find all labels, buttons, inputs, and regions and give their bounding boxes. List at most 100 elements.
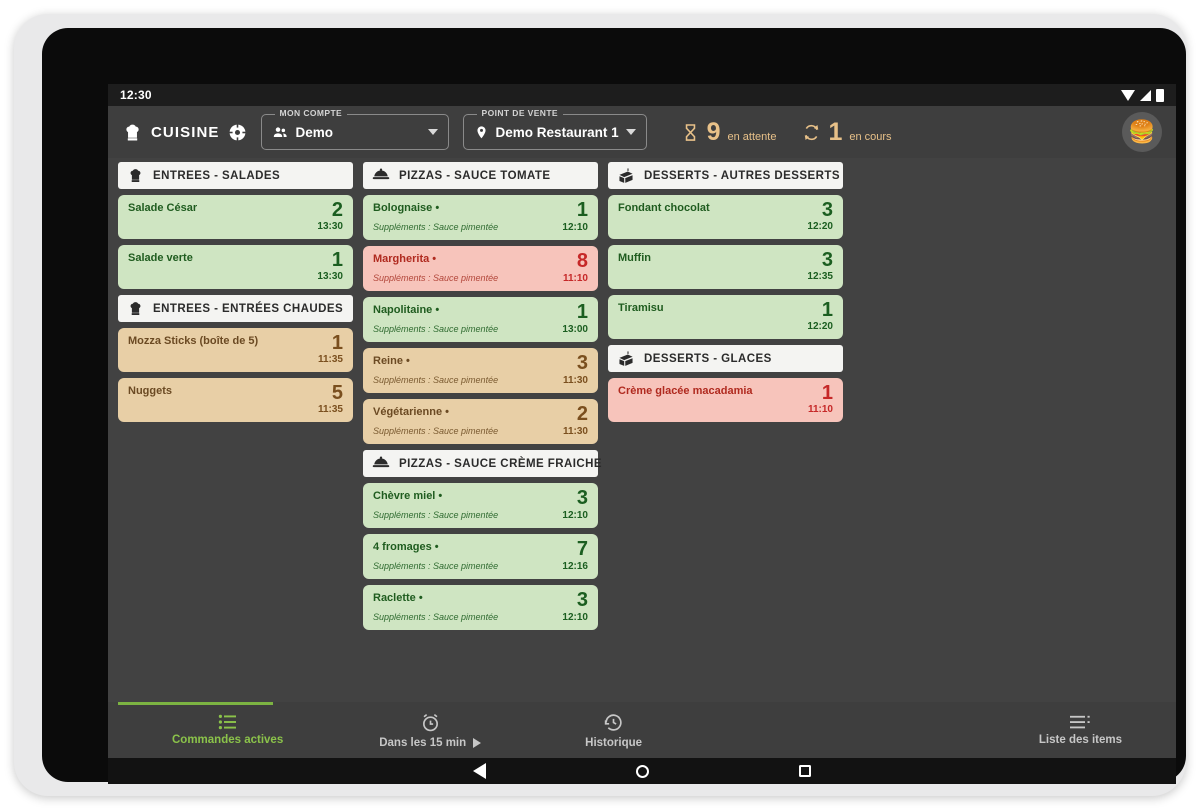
order-card[interactable]: 4 fromages • 7 Suppléments : Sauce pimenté… (363, 534, 598, 579)
order-item-name: Napolitaine • (373, 304, 440, 316)
account-select-label: MON COMPTE (274, 108, 348, 118)
board-column: DESSERTS - AUTRES DESSERTS Fondant chocol… (608, 162, 843, 422)
refresh-cycle-icon (805, 124, 819, 140)
section-title: PIZZAS - SAUCE CRÈME FRAICHE (399, 457, 602, 470)
order-card[interactable]: Raclette • 3 Suppléments : Sauce pimentée 1… (363, 585, 598, 630)
order-card[interactable]: Nuggets 5 11:35 (118, 378, 353, 422)
order-counters: 9 en attente 1 en cours (681, 119, 892, 145)
order-item-time: 11:30 (562, 375, 588, 386)
nav-historique-label: Historique (585, 736, 643, 749)
order-item-supplements: Suppléments : Sauce pimentée (373, 612, 499, 622)
order-card[interactable]: Margherita • 8 Suppléments : Sauce pimenté… (363, 246, 598, 291)
order-card-row: Napolitaine • 1 (373, 302, 588, 322)
nav-commandes-actives[interactable]: Commandes actives (154, 714, 301, 746)
order-item-supplements: Suppléments : Sauce pimentée (373, 426, 499, 436)
order-card-row: Chèvre miel • 3 (373, 488, 588, 508)
nav-dans-les-15-min[interactable]: Dans les 15 min (361, 712, 499, 749)
order-card[interactable]: Bolognaise • 1 Suppléments : Sauce pimenté… (363, 195, 598, 240)
order-card[interactable]: Muffin 3 12:35 (608, 245, 843, 289)
section-header: ENTREES - SALADES (118, 162, 353, 189)
order-item-quantity: 8 (576, 250, 588, 272)
order-card-row: Salade verte 1 (128, 250, 343, 270)
people-icon (273, 126, 287, 137)
order-item-name: Mozza Sticks (boîte de 5) (128, 335, 259, 347)
recents-square-icon[interactable] (799, 765, 811, 777)
nav-liste-des-items[interactable]: Liste des items (1021, 715, 1140, 746)
point-of-sale-label: POINT DE VENTE (476, 108, 563, 118)
order-item-time: 11:35 (317, 404, 343, 415)
order-card[interactable]: Crème glacée macadamia 1 11:10 (608, 378, 843, 422)
bottom-nav: Commandes actives Dans les 15 min Histor… (108, 702, 1176, 758)
order-item-quantity: 7 (576, 538, 588, 560)
order-item-name: 4 fromages • (373, 541, 439, 553)
order-item-name: Salade verte (128, 252, 193, 264)
order-card[interactable]: Chèvre miel • 3 Suppléments : Sauce piment… (363, 483, 598, 528)
avatar[interactable]: 🍔 (1122, 112, 1162, 152)
order-item-supplements: Suppléments : Sauce pimentée (373, 222, 499, 232)
order-card-row: Margherita • 8 (373, 250, 588, 272)
order-item-time: 12:10 (562, 510, 588, 521)
order-item-quantity: 3 (576, 352, 588, 374)
order-card-row: Crème glacée macadamia 1 (618, 383, 833, 403)
play-triangle-icon[interactable] (473, 737, 482, 748)
order-card-row: Tiramisu 1 (618, 300, 833, 320)
point-of-sale-select[interactable]: POINT DE VENTE Demo Restaurant 1 (462, 108, 647, 150)
order-item-time: 12:16 (562, 561, 588, 572)
order-card[interactable]: Mozza Sticks (boîte de 5) 1 11:35 (118, 328, 353, 372)
order-card[interactable]: Reine • 3 Suppléments : Sauce pimentée 11:3… (363, 348, 598, 393)
order-item-quantity: 3 (576, 589, 588, 611)
section-header: DESSERTS - AUTRES DESSERTS (608, 162, 843, 189)
order-card[interactable]: Végétarienne • 2 Suppléments : Sauce pimen… (363, 399, 598, 444)
board-column: PIZZAS - SAUCE TOMATE Bolognaise • 1 Supplé… (363, 162, 602, 630)
device-screen: 12:30 CUISINE MON COMPTE Demo POINT DE V… (108, 84, 1176, 784)
list-bullets-icon (218, 714, 236, 730)
nav-liste-des-items-label: Liste des items (1038, 733, 1122, 746)
account-select-value: Demo (295, 124, 334, 140)
order-item-name: Tiramisu (618, 302, 664, 314)
order-card[interactable]: Salade verte 1 13:30 (118, 245, 353, 289)
order-card[interactable]: Napolitaine • 1 Suppléments : Sauce piment… (363, 297, 598, 342)
list-lines-icon (1070, 715, 1091, 728)
home-circle-icon[interactable] (636, 764, 649, 778)
order-item-time: 11:10 (562, 273, 588, 284)
order-card[interactable]: Salade César 2 13:30 (118, 195, 353, 239)
counter-in-progress: 1 en cours (802, 119, 892, 145)
order-item-time: 13:00 (562, 324, 588, 335)
cake-slice-icon (617, 350, 635, 367)
tablet-frame: 12:30 CUISINE MON COMPTE Demo POINT DE V… (14, 14, 1186, 796)
order-item-name: Crème glacée macadamia (618, 385, 753, 397)
order-item-name: Nuggets (128, 385, 172, 397)
signal-icon (1140, 89, 1151, 101)
avatar-emoji: 🍔 (1128, 119, 1156, 144)
order-item-supplements: Suppléments : Sauce pimentée (373, 273, 499, 283)
section-title: DESSERTS - AUTRES DESSERTS (644, 169, 840, 182)
order-item-time: 12:20 (807, 221, 833, 232)
order-card-row: Reine • 3 (373, 352, 588, 374)
nav-dans-les-15-min-row: Dans les 15 min (379, 737, 482, 749)
order-card-row: 4 fromages • 7 (373, 538, 588, 560)
cake-slice-icon (617, 167, 635, 184)
section-header: ENTREES - ENTRÉES CHAUDES (118, 295, 353, 322)
order-item-supplements: Suppléments : Sauce pimentée (373, 561, 499, 571)
order-item-name: Bolognaise • (373, 202, 440, 214)
system-icons (1121, 88, 1164, 102)
order-item-time: 12:10 (562, 222, 588, 233)
order-card-row: Raclette • 3 (373, 589, 588, 611)
order-item-name: Fondant chocolat (618, 202, 710, 214)
order-card-row: Muffin 3 (618, 250, 833, 270)
android-status-bar: 12:30 (108, 84, 1176, 106)
order-item-supplements: Suppléments : Sauce pimentée (373, 324, 499, 334)
order-item-name: Salade César (128, 202, 198, 214)
battery-icon (1156, 88, 1164, 102)
counter-in-progress-caption: en cours (849, 130, 892, 143)
order-card-row: Végétarienne • 2 (373, 404, 588, 424)
connection-target-icon[interactable] (228, 123, 247, 142)
order-card[interactable]: Fondant chocolat 3 12:20 (608, 195, 843, 239)
order-item-name: Chèvre miel • (373, 490, 443, 502)
account-select[interactable]: MON COMPTE Demo (260, 108, 449, 150)
back-triangle-icon[interactable] (473, 763, 486, 779)
order-item-name: Margherita • (373, 253, 437, 265)
tablet-bezel: 12:30 CUISINE MON COMPTE Demo POINT DE V… (42, 28, 1186, 784)
nav-historique[interactable]: Historique (567, 712, 660, 749)
order-card[interactable]: Tiramisu 1 12:20 (608, 295, 843, 339)
